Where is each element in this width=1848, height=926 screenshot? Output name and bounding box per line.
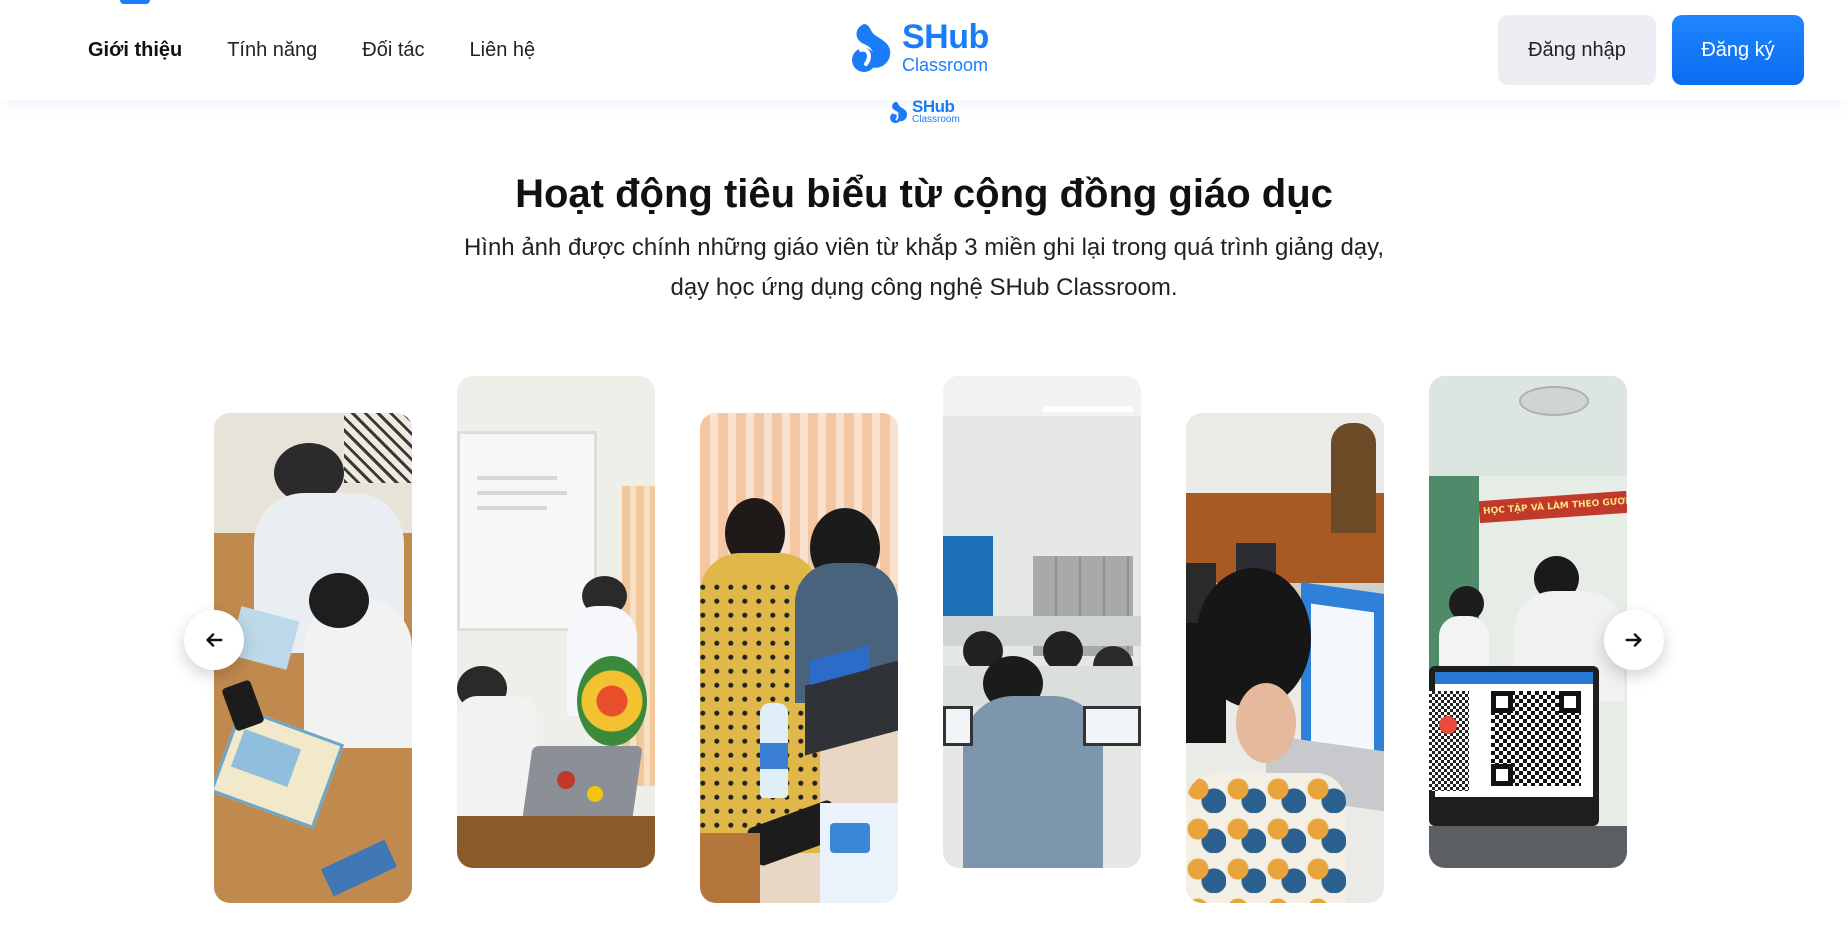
gallery-photo-student-laptop — [1186, 413, 1384, 903]
gallery-photo-students-map — [214, 413, 412, 903]
nav-item-tinh-nang[interactable]: Tính năng — [227, 39, 317, 62]
gallery-next-button[interactable] — [1604, 610, 1664, 670]
gallery-photo-computer-lab — [943, 376, 1141, 868]
nav-item-doi-tac[interactable]: Đối tác — [362, 39, 424, 62]
nav-item-lien-he[interactable]: Liên hệ — [470, 39, 536, 62]
logo-subtitle: Classroom — [902, 55, 989, 75]
arrow-right-icon — [1625, 633, 1642, 647]
site-header: Giới thiệu Tính năng Đối tác Liên hệ SHu… — [0, 0, 1848, 100]
register-button[interactable]: Đăng ký — [1672, 15, 1804, 85]
mini-logo-subtitle: Classroom — [912, 114, 960, 125]
gallery-photo-qr-classroom: HỌC TẬP VÀ LÀM THEO GƯƠNG BÁC — [1429, 376, 1627, 868]
main-nav: Giới thiệu Tính năng Đối tác Liên hệ — [88, 0, 535, 100]
logo-title: SHub — [902, 18, 989, 56]
gallery-prev-button[interactable] — [184, 610, 244, 670]
mini-logo-title: SHub — [912, 97, 955, 116]
gallery-photo-teacher-laptop — [700, 413, 898, 903]
shub-logo[interactable]: SHub Classroom — [850, 20, 989, 74]
shub-logo-icon — [852, 24, 891, 72]
shub-mini-logo-icon — [890, 101, 908, 123]
arrow-left-icon — [206, 633, 223, 647]
section-description: Hình ảnh được chính những giáo viên từ k… — [463, 234, 1385, 301]
section-mini-logo: SHub Classroom — [889, 98, 960, 125]
nav-item-gioi-thieu[interactable]: Giới thiệu — [88, 39, 182, 62]
login-button[interactable]: Đăng nhập — [1498, 15, 1656, 85]
section-title: Hoạt động tiêu biểu từ cộng đồng giáo dụ… — [515, 172, 1333, 216]
gallery-photo-presentation — [457, 376, 655, 868]
banner-text: HỌC TẬP VÀ LÀM THEO GƯƠNG BÁC — [1478, 490, 1627, 524]
